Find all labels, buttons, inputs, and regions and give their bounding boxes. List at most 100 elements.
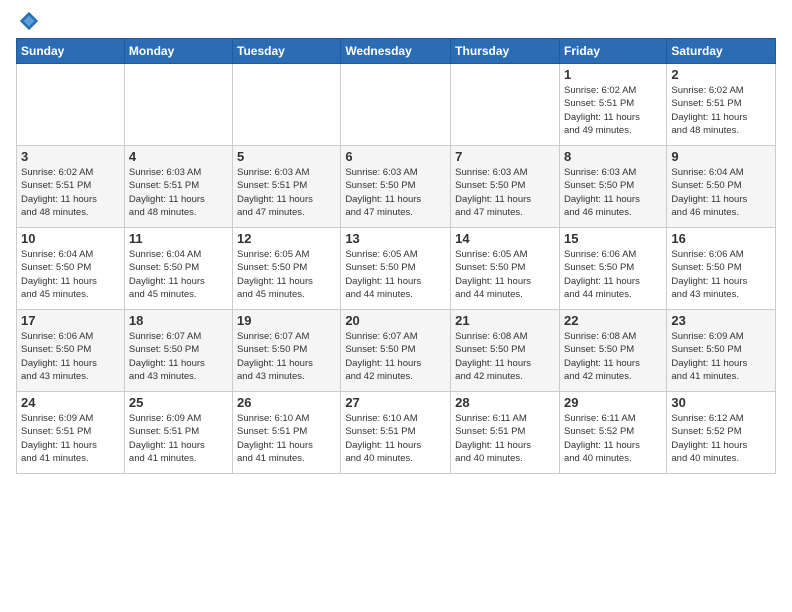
calendar-cell: 29 Sunrise: 6:11 AM Sunset: 5:52 PM Dayli… [559, 392, 666, 474]
day-number: 13 [345, 231, 446, 246]
calendar-cell: 6 Sunrise: 6:03 AM Sunset: 5:50 PM Daylig… [341, 146, 451, 228]
calendar: SundayMondayTuesdayWednesdayThursdayFrid… [16, 38, 776, 474]
logo-icon [18, 10, 40, 32]
day-header-wednesday: Wednesday [341, 39, 451, 64]
day-number: 26 [237, 395, 336, 410]
page: SundayMondayTuesdayWednesdayThursdayFrid… [0, 0, 792, 484]
calendar-cell: 24Sunrise: 6:09 AM Sunset: 5:51 PM Dayli… [17, 392, 125, 474]
calendar-cell: 20 Sunrise: 6:07 AM Sunset: 5:50 PM Dayli… [341, 310, 451, 392]
day-number: 12 [237, 231, 336, 246]
calendar-cell: 12 Sunrise: 6:05 AM Sunset: 5:50 PM Dayli… [233, 228, 341, 310]
day-header-saturday: Saturday [667, 39, 776, 64]
calendar-cell: 2Sunrise: 6:02 AM Sunset: 5:51 PM Daylig… [667, 64, 776, 146]
calendar-week-2: 3 Sunrise: 6:02 AM Sunset: 5:51 PM Daylig… [17, 146, 776, 228]
calendar-cell: 25 Sunrise: 6:09 AM Sunset: 5:51 PM Dayli… [124, 392, 232, 474]
calendar-cell: 16Sunrise: 6:06 AM Sunset: 5:50 PM Dayli… [667, 228, 776, 310]
day-info: Sunrise: 6:02 AM Sunset: 5:51 PM Dayligh… [564, 84, 662, 137]
logo [16, 10, 40, 32]
calendar-cell: 15 Sunrise: 6:06 AM Sunset: 5:50 PM Dayli… [559, 228, 666, 310]
day-number: 23 [671, 313, 771, 328]
calendar-cell: 22 Sunrise: 6:08 AM Sunset: 5:50 PM Dayli… [559, 310, 666, 392]
day-number: 4 [129, 149, 228, 164]
day-info: Sunrise: 6:07 AM Sunset: 5:50 PM Dayligh… [345, 330, 446, 383]
day-number: 30 [671, 395, 771, 410]
day-info: Sunrise: 6:02 AM Sunset: 5:51 PM Dayligh… [21, 166, 120, 219]
day-info: Sunrise: 6:10 AM Sunset: 5:51 PM Dayligh… [237, 412, 336, 465]
calendar-cell: 4 Sunrise: 6:03 AM Sunset: 5:51 PM Daylig… [124, 146, 232, 228]
day-info: Sunrise: 6:04 AM Sunset: 5:50 PM Dayligh… [129, 248, 228, 301]
day-number: 3 [21, 149, 120, 164]
calendar-cell: 10 Sunrise: 6:04 AM Sunset: 5:50 PM Dayli… [17, 228, 125, 310]
day-number: 28 [455, 395, 555, 410]
day-info: Sunrise: 6:09 AM Sunset: 5:50 PM Dayligh… [671, 330, 771, 383]
day-info: Sunrise: 6:03 AM Sunset: 5:51 PM Dayligh… [129, 166, 228, 219]
calendar-cell: 5 Sunrise: 6:03 AM Sunset: 5:51 PM Daylig… [233, 146, 341, 228]
day-info: Sunrise: 6:11 AM Sunset: 5:51 PM Dayligh… [455, 412, 555, 465]
day-number: 7 [455, 149, 555, 164]
day-info: Sunrise: 6:06 AM Sunset: 5:50 PM Dayligh… [564, 248, 662, 301]
day-number: 20 [345, 313, 446, 328]
logo-area [16, 10, 40, 32]
day-info: Sunrise: 6:03 AM Sunset: 5:50 PM Dayligh… [564, 166, 662, 219]
day-info: Sunrise: 6:09 AM Sunset: 5:51 PM Dayligh… [129, 412, 228, 465]
calendar-cell: 18Sunrise: 6:07 AM Sunset: 5:50 PM Dayli… [124, 310, 232, 392]
day-info: Sunrise: 6:02 AM Sunset: 5:51 PM Dayligh… [671, 84, 771, 137]
day-number: 29 [564, 395, 662, 410]
day-number: 27 [345, 395, 446, 410]
calendar-cell: 27 Sunrise: 6:10 AM Sunset: 5:51 PM Dayli… [341, 392, 451, 474]
calendar-cell [124, 64, 232, 146]
day-info: Sunrise: 6:03 AM Sunset: 5:50 PM Dayligh… [455, 166, 555, 219]
day-info: Sunrise: 6:04 AM Sunset: 5:50 PM Dayligh… [671, 166, 771, 219]
calendar-cell: 28 Sunrise: 6:11 AM Sunset: 5:51 PM Dayli… [451, 392, 560, 474]
day-header-sunday: Sunday [17, 39, 125, 64]
day-info: Sunrise: 6:03 AM Sunset: 5:50 PM Dayligh… [345, 166, 446, 219]
day-info: Sunrise: 6:10 AM Sunset: 5:51 PM Dayligh… [345, 412, 446, 465]
calendar-cell [451, 64, 560, 146]
calendar-cell [341, 64, 451, 146]
calendar-cell: 30 Sunrise: 6:12 AM Sunset: 5:52 PM Dayli… [667, 392, 776, 474]
calendar-cell: 13 Sunrise: 6:05 AM Sunset: 5:50 PM Dayli… [341, 228, 451, 310]
header [16, 10, 776, 32]
calendar-cell: 9 Sunrise: 6:04 AM Sunset: 5:50 PM Daylig… [667, 146, 776, 228]
calendar-cell: 19Sunrise: 6:07 AM Sunset: 5:50 PM Dayli… [233, 310, 341, 392]
calendar-week-3: 10 Sunrise: 6:04 AM Sunset: 5:50 PM Dayli… [17, 228, 776, 310]
calendar-cell [17, 64, 125, 146]
day-number: 16 [671, 231, 771, 246]
day-number: 5 [237, 149, 336, 164]
day-header-thursday: Thursday [451, 39, 560, 64]
day-number: 24 [21, 395, 120, 410]
day-number: 19 [237, 313, 336, 328]
day-info: Sunrise: 6:03 AM Sunset: 5:51 PM Dayligh… [237, 166, 336, 219]
calendar-cell: 14Sunrise: 6:05 AM Sunset: 5:50 PM Dayli… [451, 228, 560, 310]
day-number: 9 [671, 149, 771, 164]
day-info: Sunrise: 6:11 AM Sunset: 5:52 PM Dayligh… [564, 412, 662, 465]
calendar-week-5: 24 Sunrise: 6:09 AM Sunset: 5:51 PM Dayli… [17, 392, 776, 474]
calendar-cell: 7 Sunrise: 6:03 AM Sunset: 5:50 PM Daylig… [451, 146, 560, 228]
day-number: 15 [564, 231, 662, 246]
day-number: 10 [21, 231, 120, 246]
day-info: Sunrise: 6:04 AM Sunset: 5:50 PM Dayligh… [21, 248, 120, 301]
day-number: 6 [345, 149, 446, 164]
day-number: 8 [564, 149, 662, 164]
day-info: Sunrise: 6:12 AM Sunset: 5:52 PM Dayligh… [671, 412, 771, 465]
calendar-header-row: SundayMondayTuesdayWednesdayThursdayFrid… [17, 39, 776, 64]
day-info: Sunrise: 6:08 AM Sunset: 5:50 PM Dayligh… [564, 330, 662, 383]
day-number: 18 [129, 313, 228, 328]
day-number: 25 [129, 395, 228, 410]
day-header-monday: Monday [124, 39, 232, 64]
day-info: Sunrise: 6:05 AM Sunset: 5:50 PM Dayligh… [455, 248, 555, 301]
day-number: 11 [129, 231, 228, 246]
calendar-cell: 11 Sunrise: 6:04 AM Sunset: 5:50 PM Dayli… [124, 228, 232, 310]
day-number: 22 [564, 313, 662, 328]
day-info: Sunrise: 6:05 AM Sunset: 5:50 PM Dayligh… [345, 248, 446, 301]
calendar-week-1: 1Sunrise: 6:02 AM Sunset: 5:51 PM Daylig… [17, 64, 776, 146]
day-info: Sunrise: 6:08 AM Sunset: 5:50 PM Dayligh… [455, 330, 555, 383]
day-header-tuesday: Tuesday [233, 39, 341, 64]
day-number: 21 [455, 313, 555, 328]
calendar-cell: 23 Sunrise: 6:09 AM Sunset: 5:50 PM Dayli… [667, 310, 776, 392]
calendar-cell: 3 Sunrise: 6:02 AM Sunset: 5:51 PM Daylig… [17, 146, 125, 228]
calendar-cell: 17Sunrise: 6:06 AM Sunset: 5:50 PM Dayli… [17, 310, 125, 392]
calendar-cell: 26 Sunrise: 6:10 AM Sunset: 5:51 PM Dayli… [233, 392, 341, 474]
day-info: Sunrise: 6:05 AM Sunset: 5:50 PM Dayligh… [237, 248, 336, 301]
day-info: Sunrise: 6:06 AM Sunset: 5:50 PM Dayligh… [21, 330, 120, 383]
